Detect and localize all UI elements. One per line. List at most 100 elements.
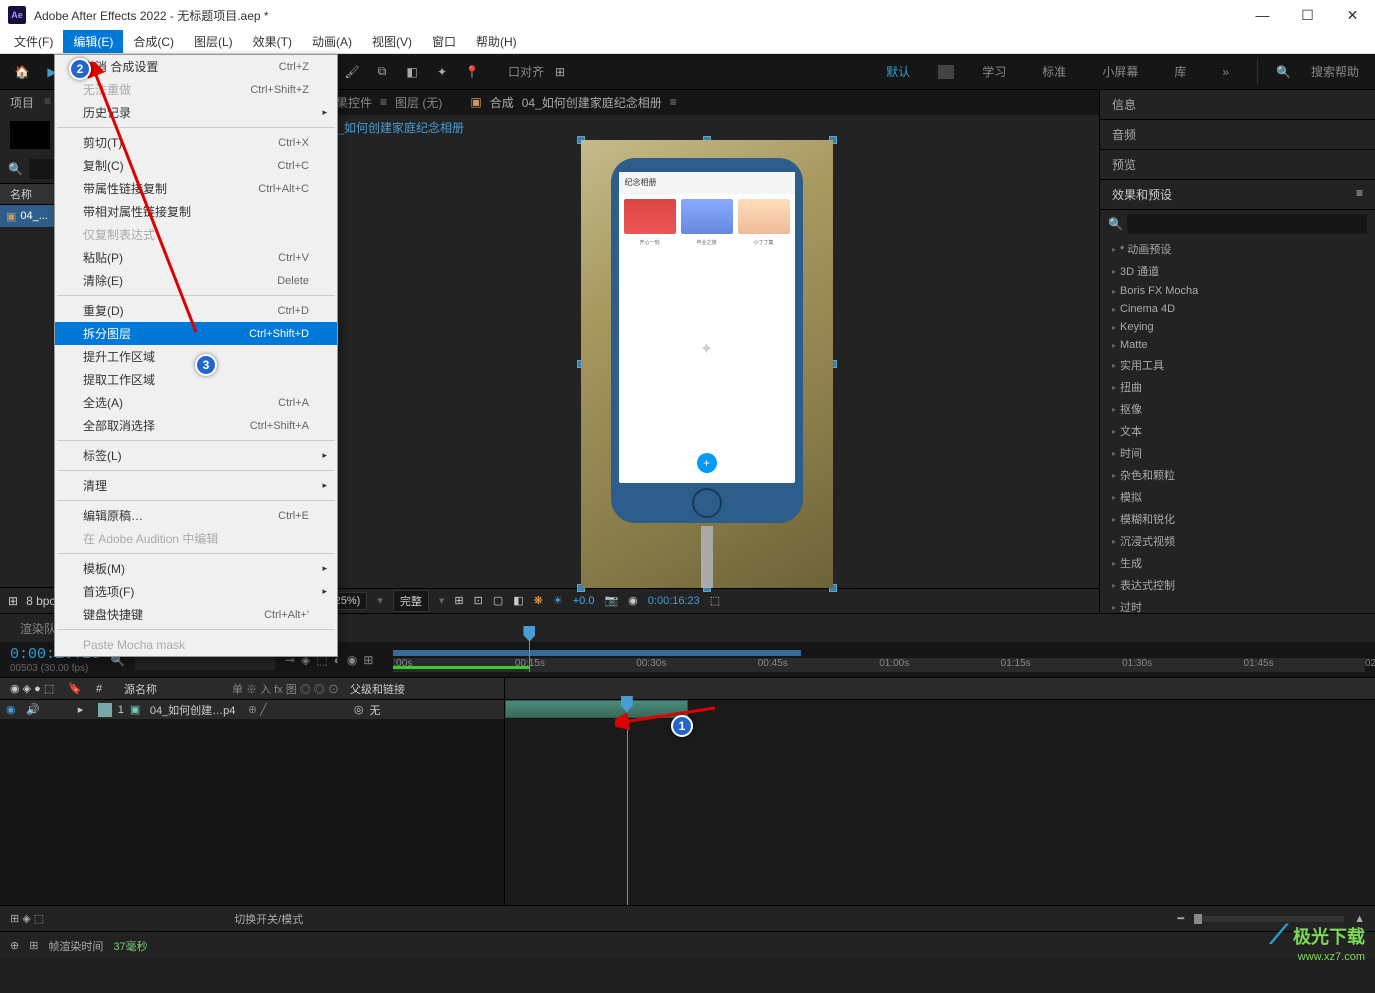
- eye-icon[interactable]: ◉: [6, 703, 20, 716]
- roto-tool[interactable]: ✦: [428, 58, 456, 86]
- effects-category[interactable]: 时间: [1100, 442, 1375, 464]
- menu-item[interactable]: 键盘快捷键Ctrl+Alt+': [55, 603, 337, 626]
- search-help[interactable]: 🔍 搜索帮助: [1257, 59, 1367, 84]
- preview-panel-tab[interactable]: 预览: [1100, 150, 1375, 180]
- effects-category[interactable]: Boris FX Mocha: [1100, 282, 1375, 300]
- effects-category[interactable]: * 动画预设: [1100, 238, 1375, 260]
- menu-view[interactable]: 视图(V): [362, 30, 422, 53]
- menu-item[interactable]: 清理▸: [55, 474, 337, 497]
- motion-blur-icon[interactable]: ◉: [347, 653, 357, 667]
- render-icon[interactable]: ⊞: [29, 939, 38, 952]
- col-name[interactable]: 名称: [10, 186, 32, 202]
- effects-category[interactable]: Cinema 4D: [1100, 300, 1375, 318]
- effects-category[interactable]: Matte: [1100, 336, 1375, 354]
- playhead-line[interactable]: [627, 700, 628, 905]
- exposure-value[interactable]: +0.0: [573, 595, 595, 607]
- footer-timecode[interactable]: 0:00:16:23: [648, 595, 700, 607]
- puppet-tool[interactable]: 📍: [458, 58, 486, 86]
- col-parent[interactable]: 父级和链接: [350, 681, 405, 697]
- menu-layer[interactable]: 图层(L): [184, 30, 243, 53]
- effects-category[interactable]: 实用工具: [1100, 354, 1375, 376]
- speaker-icon[interactable]: 🔊: [26, 703, 40, 716]
- workspace-more[interactable]: »: [1214, 61, 1237, 83]
- effects-category[interactable]: 沉浸式视频: [1100, 530, 1375, 552]
- interpret-icon[interactable]: ⊞: [8, 594, 18, 608]
- effects-category[interactable]: 模拟: [1100, 486, 1375, 508]
- panel-menu-icon[interactable]: ≡: [1356, 186, 1363, 203]
- effects-search-input[interactable]: [1127, 214, 1367, 234]
- effects-category[interactable]: 抠像: [1100, 398, 1375, 420]
- effects-category[interactable]: 生成: [1100, 552, 1375, 574]
- project-tab[interactable]: 项目: [10, 94, 34, 111]
- effects-category[interactable]: 模糊和锐化: [1100, 508, 1375, 530]
- snap-toggle[interactable]: 口对齐: [508, 63, 544, 80]
- channel-icon[interactable]: ❋: [534, 594, 543, 607]
- disk-cache-icon[interactable]: ⊕: [10, 939, 19, 952]
- graph-editor-icon[interactable]: ⊞: [363, 653, 373, 667]
- effects-category[interactable]: 文本: [1100, 420, 1375, 442]
- clone-tool[interactable]: ⧉: [368, 58, 396, 86]
- 3d-icon[interactable]: ⬚: [710, 594, 720, 607]
- playhead[interactable]: [529, 630, 530, 672]
- layer-color[interactable]: [98, 703, 112, 717]
- menu-composition[interactable]: 合成(C): [123, 30, 184, 53]
- layer-name[interactable]: 04_如何创建…p4: [150, 702, 242, 718]
- effects-category[interactable]: Keying: [1100, 318, 1375, 336]
- menu-help[interactable]: 帮助(H): [466, 30, 527, 53]
- maximize-button[interactable]: ☐: [1285, 0, 1330, 30]
- info-panel-tab[interactable]: 信息: [1100, 90, 1375, 120]
- minimize-button[interactable]: —: [1240, 0, 1285, 30]
- close-button[interactable]: ✕: [1330, 0, 1375, 30]
- composition-canvas[interactable]: 纪念相册 开心一刻 毕业之旅 小丁丁集 ✦ +: [314, 140, 1099, 588]
- bpc-toggle[interactable]: 8 bpc: [26, 594, 55, 608]
- menu-effect[interactable]: 效果(T): [243, 30, 302, 53]
- menu-item[interactable]: 模板(M)▸: [55, 557, 337, 580]
- layer-tab[interactable]: 图层 (无): [395, 94, 442, 111]
- effects-presets-tab[interactable]: 效果和预设: [1112, 186, 1172, 203]
- parent-pickwhip-icon[interactable]: ◎: [354, 703, 364, 716]
- snap-icon[interactable]: ⊞: [546, 58, 574, 86]
- grid-icon[interactable]: ⊞: [454, 594, 463, 607]
- resolution-select[interactable]: 完整: [393, 590, 429, 612]
- effects-category[interactable]: 表达式控制: [1100, 574, 1375, 596]
- snapshot-icon[interactable]: 📷: [604, 594, 618, 607]
- effects-category[interactable]: 过时: [1100, 596, 1375, 613]
- menu-item[interactable]: 标签(L)▸: [55, 444, 337, 467]
- menu-item[interactable]: 提取工作区域: [55, 368, 337, 391]
- workspace-library[interactable]: 库: [1166, 59, 1194, 84]
- guides-icon[interactable]: ⊡: [474, 594, 483, 607]
- effects-list[interactable]: * 动画预设3D 通道Boris FX MochaCinema 4DKeying…: [1100, 238, 1375, 613]
- home-tool[interactable]: 🏠: [8, 58, 36, 86]
- menu-edit[interactable]: 编辑(E): [63, 30, 123, 53]
- effects-category[interactable]: 3D 通道: [1100, 260, 1375, 282]
- workspace-standard[interactable]: 标准: [1034, 59, 1074, 84]
- eraser-tool[interactable]: ◧: [398, 58, 426, 86]
- zoom-out-icon[interactable]: ━: [1177, 912, 1184, 925]
- workspace-small[interactable]: 小屏幕: [1094, 59, 1146, 84]
- region-icon[interactable]: ◧: [513, 594, 523, 607]
- col-source-name[interactable]: 源名称: [124, 681, 224, 697]
- menu-item[interactable]: 编辑原稿…Ctrl+E: [55, 504, 337, 527]
- effects-category[interactable]: 扭曲: [1100, 376, 1375, 398]
- mask-icon[interactable]: ▢: [493, 594, 503, 607]
- menu-item[interactable]: 首选项(F)▸: [55, 580, 337, 603]
- layer-row[interactable]: ◉ 🔊 ▸ 1 ▣ 04_如何创建…p4 ⊕ ╱ ◎ 无: [0, 700, 504, 720]
- parent-select[interactable]: 无: [369, 702, 429, 718]
- toggle-switches-icon[interactable]: ⊞ ◈ ⬚: [10, 912, 44, 925]
- video-frame[interactable]: 纪念相册 开心一刻 毕业之旅 小丁丁集 ✦ +: [581, 140, 833, 588]
- workspace-learn[interactable]: 学习: [974, 59, 1014, 84]
- menu-file[interactable]: 文件(F): [4, 30, 63, 53]
- menu-item[interactable]: 全部取消选择Ctrl+Shift+A: [55, 414, 337, 437]
- effects-category[interactable]: 杂色和颗粒: [1100, 464, 1375, 486]
- toggle-switches-label[interactable]: 切换开关/模式: [234, 911, 303, 927]
- comp-name[interactable]: 04_如何创建家庭纪念相册: [522, 94, 662, 111]
- workspace-default[interactable]: 默认: [878, 59, 918, 84]
- audio-panel-tab[interactable]: 音频: [1100, 120, 1375, 150]
- menu-animation[interactable]: 动画(A): [302, 30, 362, 53]
- menu-item[interactable]: 全选(A)Ctrl+A: [55, 391, 337, 414]
- exposure-icon[interactable]: ☀: [553, 594, 563, 607]
- brush-tool[interactable]: 🖌: [338, 58, 366, 86]
- comp-breadcrumb[interactable]: 04_如何创建家庭纪念相册: [324, 119, 464, 136]
- menu-window[interactable]: 窗口: [422, 30, 466, 53]
- preview-icon[interactable]: ◉: [628, 594, 638, 607]
